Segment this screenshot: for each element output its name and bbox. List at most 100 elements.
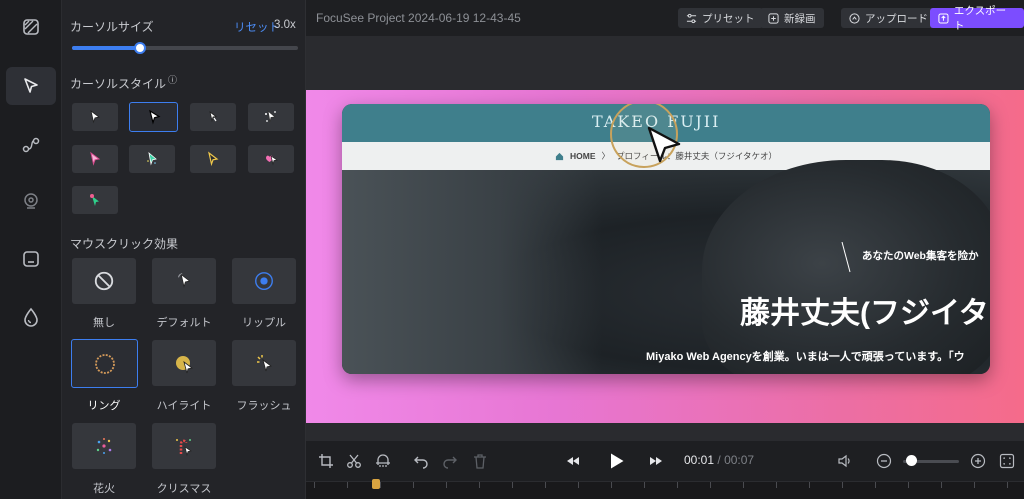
left-tool-rail [0,0,62,499]
volume-icon[interactable] [837,453,853,469]
timeline-tick [776,482,777,488]
path-tool-button[interactable] [6,126,56,164]
new-recording-label: 新録画 [784,12,816,25]
arrow-heart-icon [266,155,278,166]
timeline-tick [908,482,909,488]
crop-icon[interactable] [318,453,334,469]
click-effect-ring[interactable] [71,339,138,388]
scissors-icon[interactable] [346,453,362,469]
click-effect-flash[interactable] [232,340,296,386]
click-effect-christmas[interactable] [152,423,216,469]
timeline-tick [413,482,414,488]
caption-icon [23,251,39,267]
hero-photo: あなたのWeb集客を险か 藤井丈夫(フジイタ Miyako Web Agency… [342,160,990,374]
click-effect-highlight[interactable] [152,340,216,386]
arrow-small-icon [209,111,217,123]
cursor-style-arrow-white[interactable] [72,103,118,131]
play-icon[interactable] [606,451,626,471]
christmas-icon [176,439,192,457]
ring-icon [94,353,115,374]
new-recording-button[interactable]: 新録画 [760,8,824,28]
zoom-out-icon[interactable] [876,453,892,469]
preset-label: プリセット [702,12,755,25]
cursor-style-arrow-outlined[interactable] [129,102,178,132]
click-effect-fireworks-label: 花火 [93,483,115,495]
timeline-tick [941,482,942,488]
arrow-green-icon [147,151,157,166]
upload-button[interactable]: アップロード [841,8,936,28]
breadcrumb-separator: 〉 [601,151,610,161]
click-effect-none[interactable] [72,258,136,304]
redo-icon[interactable] [442,453,458,469]
cursor-style-arrow-sparkle[interactable] [248,103,294,131]
export-button[interactable]: エクスポート [930,5,1024,32]
slider-knob[interactable] [133,42,146,54]
none-icon [94,271,114,291]
webcam-icon [24,193,38,209]
arrow-white-icon [90,110,100,124]
cursor-size-slider[interactable] [72,42,298,54]
cursor-style-arrow-yellow[interactable] [190,145,236,173]
cursor-style-arrow-pink[interactable] [72,145,118,173]
click-effect-christmas-label: クリスマス [156,483,212,495]
timeline-tick [479,482,480,488]
timeline-tick [347,482,348,488]
fit-icon[interactable] [999,453,1015,469]
delete-icon[interactable] [472,453,488,469]
recorded-screen-preview[interactable]: TAKEO FUJII HOME 〉 プロフィール：藤井丈夫（フジイタケオ） あ… [342,104,990,374]
cursor-style-arrow-green-pink[interactable] [72,186,118,214]
preview-stage: TAKEO FUJII HOME 〉 プロフィール：藤井丈夫（フジイタケオ） あ… [306,36,1024,441]
click-effect-highlight-label: ハイライト [156,400,212,412]
timeline-tick [743,482,744,488]
total-time: 00:07 [724,453,755,467]
preset-button[interactable]: プリセット [678,8,763,28]
large-cursor-icon [647,126,681,163]
effects-tool-button[interactable] [6,298,56,336]
fireworks-icon [96,438,112,454]
sliders-icon [686,13,697,23]
path-icon [22,137,40,153]
click-effect-none-label: 無し [93,317,115,329]
export-label: エクスポート [953,5,1007,32]
drop-icon [24,307,38,327]
timeline-ruler[interactable] [306,481,1024,499]
fast-forward-icon[interactable] [648,453,664,469]
caption-tool-button[interactable] [6,240,56,278]
zoom-slider-knob[interactable] [906,455,918,466]
zoom-in-icon[interactable] [970,453,986,469]
rewind-icon[interactable] [565,453,581,469]
arrow-green-pink-icon [90,194,99,206]
click-effect-fireworks[interactable] [72,423,136,469]
arrow-sparkle-icon [265,109,276,123]
timeline-tick [578,482,579,488]
hero-name: 藤井丈夫(フジイタ [740,297,989,330]
divider-line [841,242,851,273]
playhead-marker[interactable] [372,479,380,489]
click-effect-ripple[interactable] [232,258,296,304]
timeline-tick [611,482,612,488]
top-bar: FocuSee Project 2024-06-19 12-43-45 プリセッ… [306,0,1024,36]
layout-icon [23,19,39,35]
cursor-tool-button[interactable] [6,67,56,105]
click-effect-default[interactable] [152,258,216,304]
timeline-tick [842,482,843,488]
photo-background [342,170,602,374]
undo-icon[interactable] [413,453,429,469]
cursor-style-arrow-heart[interactable] [248,145,294,173]
split-icon[interactable] [375,453,391,469]
timeline-tick [545,482,546,488]
webcam-tool-button[interactable] [6,182,56,220]
breadcrumb-home: HOME [569,151,596,161]
click-effect-default-label: デフォルト [156,317,212,329]
info-icon[interactable]: ⓘ [168,75,177,85]
timeline-tick [314,482,315,488]
cursor-style-arrow-small[interactable] [190,103,236,131]
cursor-style-arrow-green[interactable] [129,145,175,173]
layout-tool-button[interactable] [6,8,56,46]
export-icon [938,12,949,24]
slider-fill [72,46,140,50]
cursor-settings-panel: カーソルサイズ リセット 3.0x カーソルスタイル ⓘ マウスクリック効果 無… [62,0,306,499]
current-time: 00:01 [684,453,715,467]
timeline-tick [677,482,678,488]
home-icon [555,152,564,160]
